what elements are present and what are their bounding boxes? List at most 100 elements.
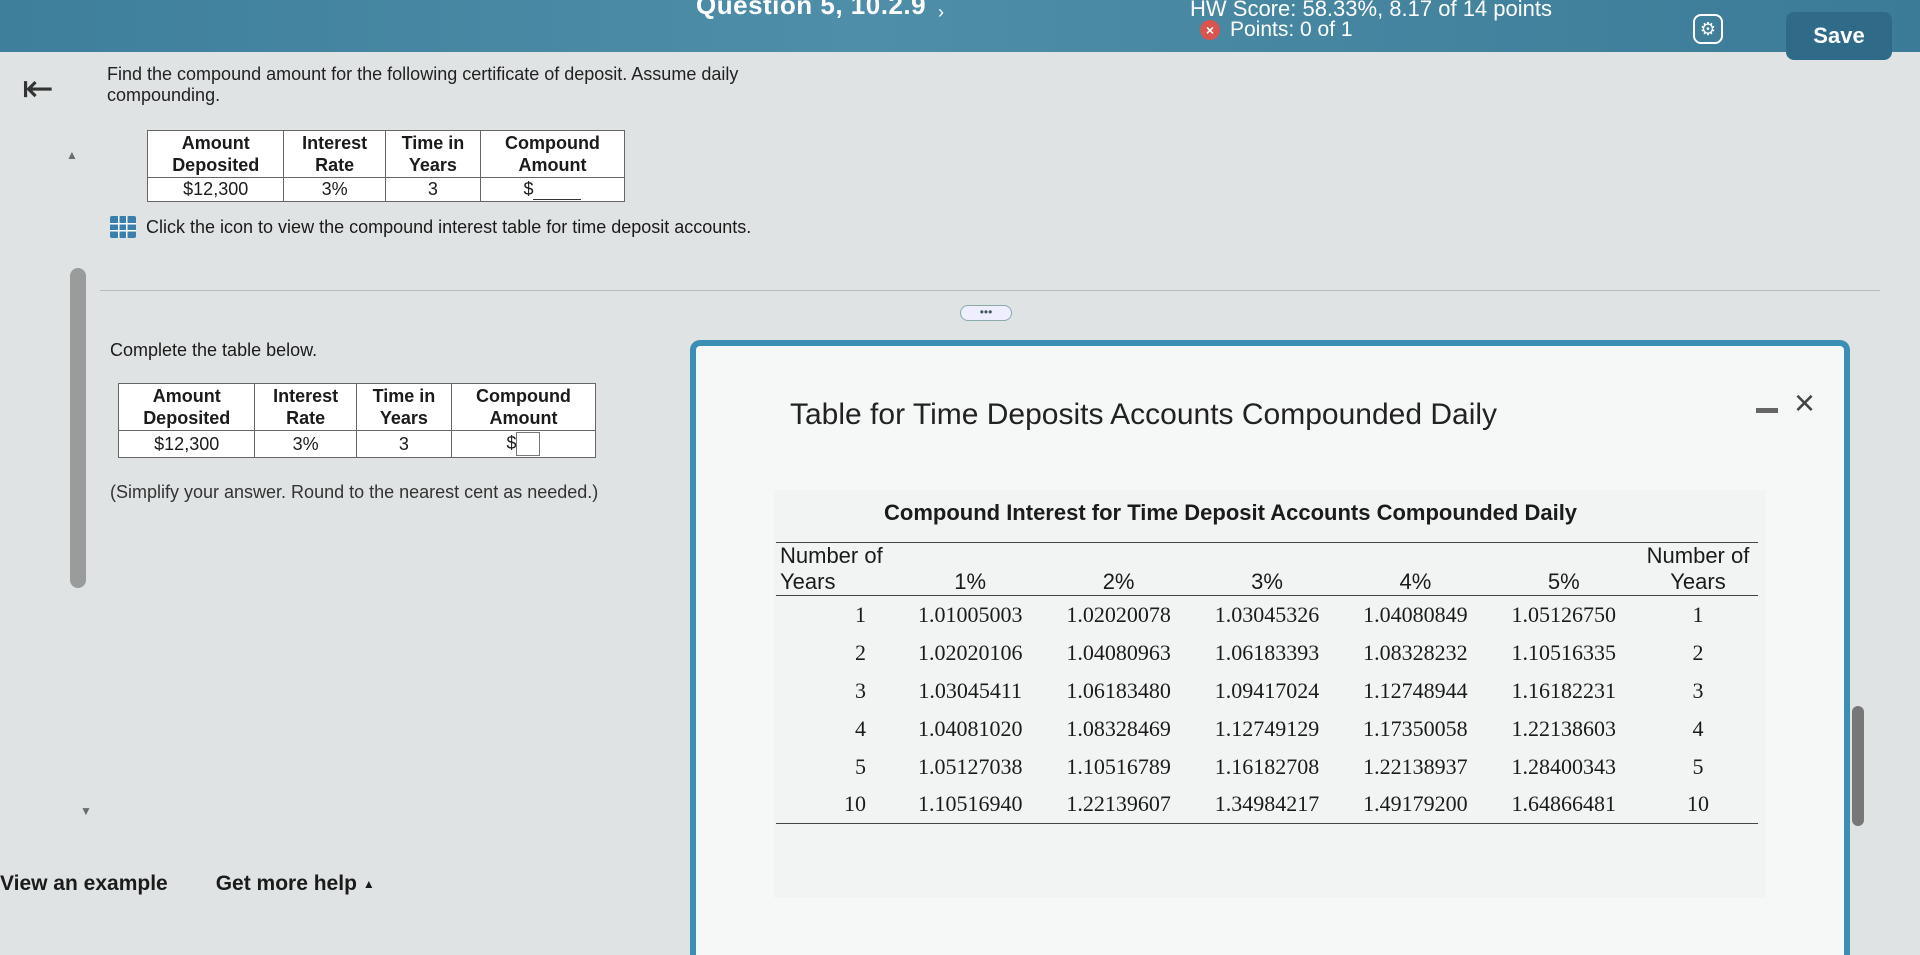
compound-cell: $ (479, 177, 626, 202)
value-cell: 1.28400343 (1511, 753, 1617, 779)
get-more-help-label: Get more help (215, 872, 357, 895)
col-interest-rate: Interest Rate (254, 383, 357, 431)
points-status: × Points: 0 of 1 (1200, 18, 1353, 42)
years-cell: 10 (844, 791, 866, 817)
table-row: 3 1.03045411 1.06183480 1.09417024 1.127… (776, 672, 1758, 710)
value-cell: 1.17350058 (1363, 715, 1468, 741)
dollar-sign: $ (506, 432, 517, 453)
col-compound-amount: Compound Amount (479, 130, 626, 178)
amount-cell: $12,300 (117, 430, 256, 458)
value-cell: 1.06183393 (1214, 639, 1320, 665)
value-cell: 1.64866481 (1511, 791, 1617, 817)
answer-blank (533, 184, 582, 200)
value-cell: 1.02020078 (1066, 601, 1171, 627)
col-3pct: 3% (1251, 569, 1283, 594)
value-cell: 1.12748944 (1363, 677, 1468, 703)
table-row: 2 1.02020106 1.04080963 1.06183393 1.083… (776, 634, 1758, 672)
compound-amount-input[interactable] (516, 432, 541, 456)
more-options-icon[interactable]: ••• (960, 305, 1012, 321)
table-row: $12,300 3% 3 $ (146, 177, 626, 202)
years-cell: 2 (855, 639, 866, 665)
table-row: 4 1.04081020 1.08328469 1.12749129 1.173… (776, 710, 1758, 748)
close-icon[interactable]: × (1794, 382, 1815, 424)
value-cell: 1.22138603 (1511, 715, 1617, 741)
value-cell: 1.08328232 (1363, 639, 1468, 665)
modal-title: Table for Time Deposits Accounts Compoun… (790, 398, 1498, 431)
divider (100, 290, 1880, 291)
col-years-right: Number of Years (1646, 543, 1750, 594)
next-question-chevron-icon[interactable]: › (938, 2, 944, 23)
dollar-sign: $ (523, 179, 534, 199)
col-interest-rate: Interest Rate (283, 130, 386, 178)
value-cell: 1.03045411 (918, 677, 1023, 703)
years-cell: 4 (1692, 715, 1704, 741)
table-row: 1 1.01005003 1.02020078 1.03045326 1.040… (776, 596, 1758, 634)
view-example-link[interactable]: View an example (0, 872, 168, 896)
value-cell: 1.12749129 (1214, 715, 1320, 741)
minimize-icon[interactable] (1756, 408, 1778, 413)
get-more-help-button[interactable]: Get more help ▲ (216, 872, 375, 896)
col-1pct: 1% (954, 569, 987, 594)
settings-gear-icon[interactable]: ⚙ (1693, 14, 1723, 44)
years-cell: 10 (1687, 791, 1709, 817)
problem-table: Amount Deposited Interest Rate Time in Y… (146, 130, 626, 202)
time-cell: 3 (384, 177, 481, 202)
col-2pct: 2% (1102, 569, 1135, 594)
scroll-up-icon[interactable]: ▲ (66, 148, 78, 162)
years-cell: 3 (1692, 677, 1704, 703)
save-button[interactable]: Save (1786, 12, 1892, 60)
value-cell: 1.05126750 (1511, 601, 1617, 627)
value-cell: 1.04081020 (917, 715, 1023, 741)
rate-cell: 3% (283, 177, 386, 202)
value-cell: 1.02020106 (917, 639, 1023, 665)
years-cell: 3 (855, 677, 866, 703)
back-arrow-icon[interactable]: ⇤ (22, 66, 54, 111)
value-cell: 1.04080849 (1363, 601, 1468, 627)
table-row: 10 1.10516940 1.22139607 1.34984217 1.49… (776, 786, 1758, 824)
value-cell: 1.22139607 (1066, 791, 1171, 817)
value-cell: 1.06183480 (1066, 677, 1171, 703)
value-cell: 1.04080963 (1066, 639, 1171, 665)
col-amount-deposited: Amount Deposited (117, 383, 256, 431)
col-4pct: 4% (1399, 569, 1432, 594)
value-cell: 1.22138937 (1363, 753, 1468, 779)
value-cell: 1.01005003 (917, 601, 1023, 627)
value-cell: 1.10516940 (917, 791, 1023, 817)
value-cell: 1.49179200 (1363, 791, 1468, 817)
value-cell: 1.08328469 (1066, 715, 1171, 741)
time-cell: 3 (355, 430, 452, 458)
compound-interest-table: Number of Years 1% 2% 3% 4% 5% Number of… (776, 542, 1758, 824)
col-years-left: Number of Years (780, 543, 883, 594)
col-compound-amount: Compound Amount (450, 383, 597, 431)
simplify-instruction: (Simplify your answer. Round to the near… (110, 482, 599, 502)
modal-scrollbar[interactable] (1852, 706, 1864, 826)
value-cell: 1.34984217 (1214, 791, 1320, 817)
complete-label: Complete the table below. (110, 340, 318, 360)
years-cell: 4 (855, 715, 866, 741)
table-link-text: Click the icon to view the compound inte… (146, 216, 752, 237)
question-prompt: Find the compound amount for the followi… (107, 64, 739, 105)
answer-table: Amount Deposited Interest Rate Time in Y… (117, 383, 597, 458)
years-cell: 2 (1692, 639, 1704, 665)
left-scrollbar[interactable] (70, 268, 86, 588)
years-cell: 1 (855, 601, 866, 627)
compound-cell: $ (450, 430, 597, 458)
caret-up-icon: ▲ (362, 877, 375, 891)
value-cell: 1.10516789 (1066, 753, 1171, 779)
years-cell: 1 (1692, 601, 1704, 627)
compound-table-modal: Table for Time Deposits Accounts Compoun… (690, 340, 1864, 955)
value-cell: 1.09417024 (1214, 677, 1320, 703)
compound-table-container: Compound Interest for Time Deposit Accou… (774, 490, 1766, 898)
years-cell: 5 (1692, 753, 1704, 779)
table-link-row: Click the icon to view the compound inte… (110, 216, 751, 238)
col-time-years: Time in Years (355, 383, 452, 431)
compound-table-title: Compound Interest for Time Deposit Accou… (884, 500, 1578, 525)
scroll-down-icon[interactable]: ▼ (80, 804, 92, 818)
col-amount-deposited: Amount Deposited (146, 130, 285, 178)
table-grid-icon[interactable] (110, 216, 136, 238)
table-row: $12,300 3% 3 $ (117, 430, 597, 458)
years-cell: 5 (855, 753, 866, 779)
question-title: Question 5, 10.2.9 (696, 0, 927, 20)
value-cell: 1.10516335 (1511, 639, 1617, 665)
col-time-years: Time in Years (384, 130, 481, 178)
